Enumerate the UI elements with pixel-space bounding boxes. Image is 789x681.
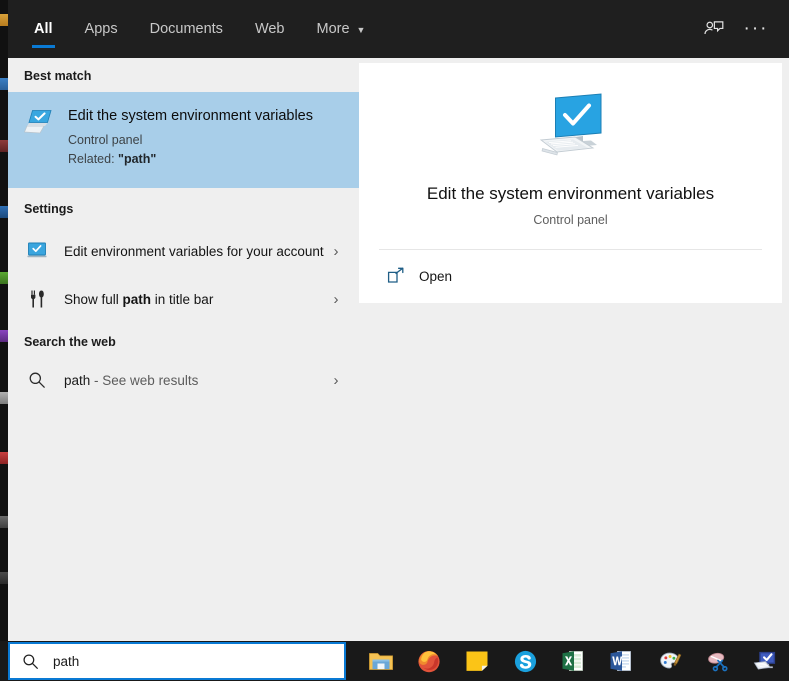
header-actions: ··· <box>695 10 789 48</box>
chevron-right-icon: › <box>333 371 339 389</box>
tab-label: More <box>316 21 350 37</box>
label-text-before: Show full <box>64 291 123 307</box>
label-text: Edit environment variables for your acco… <box>64 243 324 259</box>
tools-glyph <box>31 290 44 308</box>
preview-pane: Edit the system environment variables Co… <box>359 58 789 641</box>
tab-label: All <box>34 21 53 37</box>
search-glyph <box>29 372 45 388</box>
web-query-text: path <box>64 372 91 388</box>
taskbar-item-firefox[interactable] <box>405 641 453 681</box>
screen: All Apps Documents Web More ▼ ··· Best m… <box>0 0 789 681</box>
snipping-tool-icon <box>707 652 728 671</box>
taskbar-search-input[interactable]: path <box>8 642 346 680</box>
system-properties-glyph <box>27 242 47 258</box>
search-icon <box>22 371 52 389</box>
preview-card: Edit the system environment variables Co… <box>359 63 782 303</box>
open-external-glyph <box>387 267 404 283</box>
taskbar-item-snipping-tool[interactable] <box>693 641 741 681</box>
taskbar: path <box>0 641 789 681</box>
system-properties-icon <box>753 651 775 670</box>
taskbar-item-skype[interactable] <box>501 641 549 681</box>
best-match-title: Edit the system environment variables <box>68 108 313 124</box>
preview-hero: Edit the system environment variables Co… <box>359 63 782 249</box>
tab-all[interactable]: All <box>18 0 69 58</box>
label-text-after: in title bar <box>151 291 214 307</box>
results-list: Best match Edit the system environment v… <box>8 58 359 641</box>
web-result-path[interactable]: path - See web results › <box>8 358 359 402</box>
best-match-result[interactable]: Edit the system environment variables Co… <box>8 92 359 188</box>
system-properties-icon <box>22 108 56 136</box>
system-properties-glyph <box>24 110 52 134</box>
sticky-notes-icon <box>466 651 488 671</box>
search-flyout: All Apps Documents Web More ▼ ··· Best m… <box>8 0 789 641</box>
web-item-label: path - See web results <box>64 371 325 390</box>
excel-icon <box>562 651 583 671</box>
skype-icon <box>514 650 536 672</box>
tab-web[interactable]: Web <box>239 0 301 58</box>
settings-item-label: Show full path in title bar <box>64 290 325 309</box>
tab-label: Web <box>254 21 285 37</box>
group-header-search-web: Search the web <box>24 335 116 349</box>
search-input-value: path <box>53 653 80 669</box>
taskbar-item-word[interactable] <box>597 641 645 681</box>
best-match-subtitle: Control panel <box>68 133 143 147</box>
firefox-icon <box>418 651 440 673</box>
preview-subtitle: Control panel <box>533 212 608 227</box>
tab-more[interactable]: More ▼ <box>301 0 382 58</box>
group-header-best-match: Best match <box>24 69 92 83</box>
best-match-related: Related: "path" <box>68 152 345 166</box>
web-suffix-text: - See web results <box>90 372 199 388</box>
tools-icon <box>22 289 52 309</box>
system-properties-icon <box>22 242 52 260</box>
word-icon <box>610 651 631 671</box>
related-prefix: Related: <box>68 152 119 166</box>
tab-label: Apps <box>84 21 118 37</box>
tab-label: Documents <box>149 21 223 37</box>
preview-open-action[interactable]: Open <box>359 250 782 302</box>
settings-result-env-vars[interactable]: Edit environment variables for your acco… <box>8 225 359 277</box>
taskbar-app-list <box>357 641 789 681</box>
taskbar-item-system-properties[interactable] <box>741 641 789 681</box>
feedback-button[interactable] <box>695 10 733 48</box>
search-tabbar: All Apps Documents Web More ▼ ··· <box>8 0 789 58</box>
taskbar-item-file-explorer[interactable] <box>357 641 405 681</box>
search-glyph <box>23 653 38 669</box>
taskbar-item-paint[interactable] <box>645 641 693 681</box>
file-explorer-icon <box>369 653 393 670</box>
group-header-settings: Settings <box>24 202 74 216</box>
system-properties-icon <box>539 92 601 155</box>
tab-list: All Apps Documents Web More ▼ <box>8 0 381 58</box>
tab-apps[interactable]: Apps <box>69 0 134 58</box>
taskbar-item-excel[interactable] <box>549 641 597 681</box>
more-options-icon: ··· <box>743 18 769 39</box>
more-options-button[interactable]: ··· <box>737 10 775 48</box>
feedback-icon <box>704 21 724 35</box>
tab-documents[interactable]: Documents <box>134 0 239 58</box>
chevron-right-icon: › <box>333 242 339 260</box>
taskbar-item-sticky-notes[interactable] <box>453 641 501 681</box>
label-highlight: path <box>122 291 152 307</box>
search-icon <box>22 653 39 670</box>
preview-open-label: Open <box>419 268 453 284</box>
paint-icon <box>659 652 681 668</box>
settings-result-full-path[interactable]: Show full path in title bar › <box>8 277 359 321</box>
search-body: Best match Edit the system environment v… <box>8 58 789 641</box>
chevron-right-icon: › <box>333 290 339 308</box>
related-term: "path" <box>118 152 157 166</box>
chevron-down-icon: ▼ <box>356 24 366 35</box>
preview-title: Edit the system environment variables <box>426 183 715 203</box>
settings-item-label: Edit environment variables for your acco… <box>64 242 325 261</box>
open-external-icon <box>387 267 405 285</box>
